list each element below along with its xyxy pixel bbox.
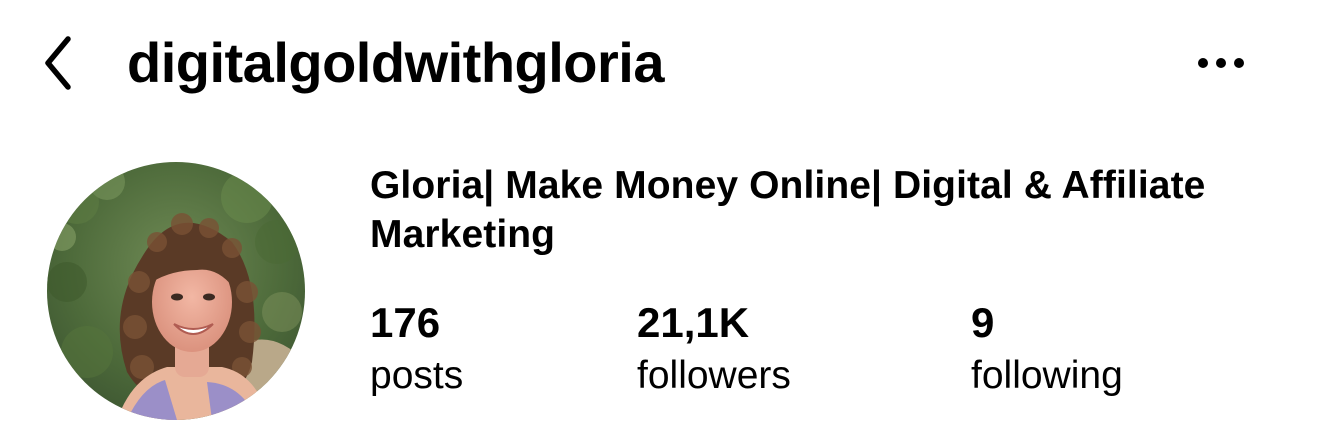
profile-username: digitalgoldwithgloria bbox=[127, 31, 665, 94]
following-count: 9 bbox=[971, 299, 995, 346]
stat-following[interactable]: 9 following bbox=[971, 298, 1123, 404]
stat-followers[interactable]: 21,1K followers bbox=[637, 298, 791, 404]
posts-label: posts bbox=[370, 354, 464, 397]
more-horizontal-icon bbox=[1198, 58, 1244, 68]
avatar[interactable] bbox=[47, 162, 305, 420]
stat-posts[interactable]: 176 posts bbox=[370, 298, 463, 404]
more-options-button[interactable] bbox=[1190, 42, 1252, 84]
chevron-left-icon bbox=[45, 36, 71, 90]
followers-label: followers bbox=[637, 354, 791, 397]
posts-count: 176 bbox=[370, 299, 441, 346]
profile-display-name: Gloria| Make Money Online| Digital & Aff… bbox=[370, 164, 1206, 256]
following-label: following bbox=[971, 354, 1123, 397]
back-button[interactable] bbox=[30, 30, 86, 96]
profile-photo bbox=[47, 162, 305, 420]
followers-count: 21,1K bbox=[637, 299, 750, 346]
